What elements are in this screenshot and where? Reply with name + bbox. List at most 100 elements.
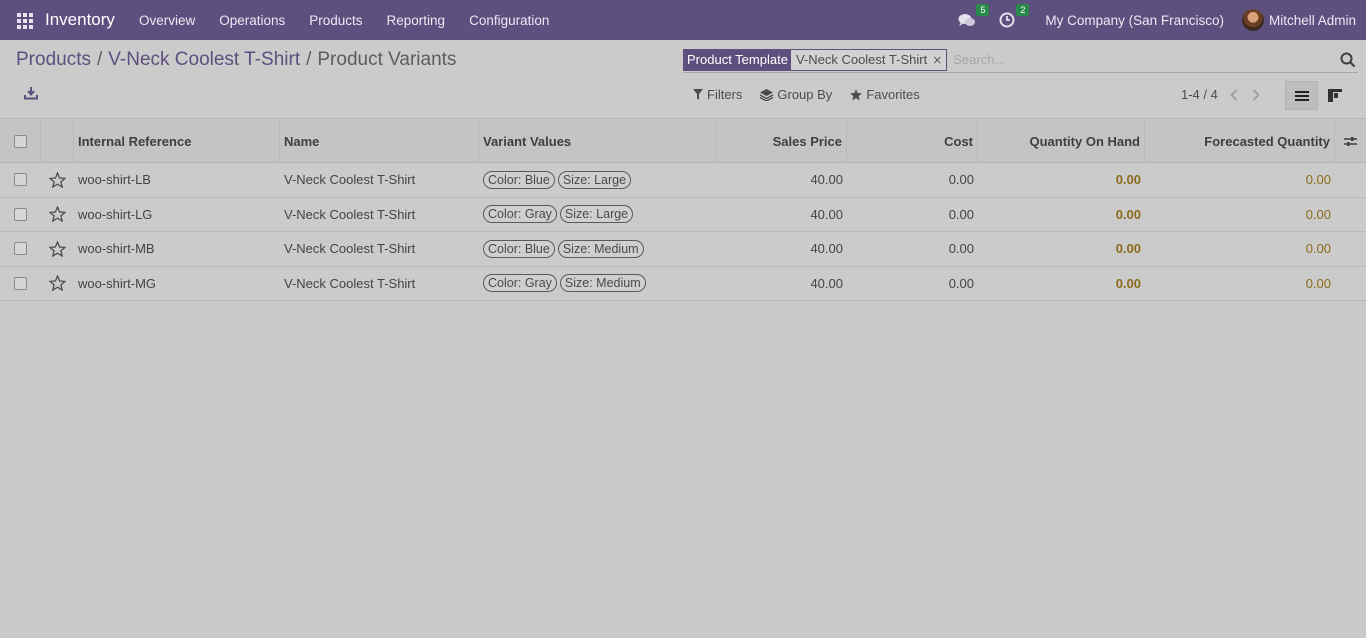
activities-button[interactable]: 2 — [997, 4, 1030, 30]
column-quantity-on-hand[interactable]: Quantity On Hand — [978, 119, 1145, 163]
row-checkbox[interactable] — [14, 242, 27, 256]
sliders-icon — [1344, 136, 1357, 146]
cell-variant-values: Color: Blue Size: Large — [479, 163, 716, 197]
search-panel-toggles: Filters Group By Favorites — [693, 87, 938, 102]
menu-item-reporting[interactable]: Reporting — [375, 13, 458, 28]
facet-value: V-Neck Coolest T-Shirt — [790, 50, 933, 70]
product-variants-table: Internal Reference Name Variant Values S… — [0, 119, 1366, 301]
cell-cost: 0.00 — [948, 172, 974, 188]
cell-variant-values: Color: Gray Size: Medium — [479, 267, 716, 301]
star-outline-icon[interactable] — [49, 171, 66, 188]
cell-cost: 0.00 — [948, 241, 974, 257]
company-switcher[interactable]: My Company (San Francisco) — [1045, 13, 1224, 28]
column-name[interactable]: Name — [280, 119, 479, 163]
breadcrumb: Products / V-Neck Coolest T-Shirt / Prod… — [16, 49, 456, 71]
star-outline-icon[interactable] — [49, 206, 66, 223]
search-facet: Product Template V-Neck Coolest T-Shirt … — [683, 49, 948, 71]
table-row[interactable]: woo-shirt-LG V-Neck Coolest T-Shirt Colo… — [0, 197, 1366, 232]
variant-tag: Size: Medium — [557, 239, 644, 258]
pager: 1-4 / 4 — [1181, 87, 1260, 102]
column-internal-reference[interactable]: Internal Reference — [74, 119, 280, 163]
cell-internal-reference: woo-shirt-LG — [78, 206, 153, 222]
cell-forecasted-quantity: 0.00 — [1305, 206, 1331, 222]
app-grid-icon[interactable] — [17, 13, 33, 29]
pager-value[interactable]: 1-4 / 4 — [1181, 87, 1218, 102]
cell-name: V-Neck Coolest T-Shirt — [284, 172, 416, 188]
group-by-dropdown[interactable]: Group By — [760, 87, 832, 102]
export-button[interactable] — [24, 86, 40, 102]
column-cost[interactable]: Cost — [847, 119, 978, 163]
variant-tag: Size: Large — [559, 205, 634, 224]
facet-label: Product Template — [684, 50, 791, 70]
star-icon — [850, 88, 863, 100]
facet-remove-icon[interactable]: × — [932, 50, 947, 70]
cell-quantity-on-hand: 0.00 — [1115, 275, 1141, 291]
cell-quantity-on-hand: 0.00 — [1115, 206, 1141, 222]
chat-icon — [958, 13, 976, 26]
cell-forecasted-quantity: 0.00 — [1305, 241, 1331, 257]
search-icon[interactable] — [1340, 52, 1356, 68]
row-checkbox[interactable] — [14, 207, 27, 221]
column-variant-values[interactable]: Variant Values — [479, 119, 716, 163]
breadcrumb-product-template[interactable]: V-Neck Coolest T-Shirt — [108, 49, 300, 71]
cell-quantity-on-hand: 0.00 — [1115, 241, 1141, 257]
cell-name: V-Neck Coolest T-Shirt — [284, 275, 416, 291]
cell-name: V-Neck Coolest T-Shirt — [284, 241, 416, 257]
filter-icon — [693, 89, 703, 100]
layers-icon — [760, 88, 774, 101]
select-all-cell — [0, 119, 41, 163]
activities-count-badge: 2 — [1016, 4, 1030, 16]
cell-sales-price: 40.00 — [810, 275, 843, 291]
table-row[interactable]: woo-shirt-MG V-Neck Coolest T-Shirt Colo… — [0, 266, 1366, 301]
cell-internal-reference: woo-shirt-LB — [78, 172, 151, 188]
select-all-checkbox[interactable] — [13, 134, 27, 148]
clock-icon — [999, 12, 1015, 28]
cell-variant-values: Color: Blue Size: Medium — [479, 232, 716, 266]
favorite-column-header — [41, 119, 74, 163]
breadcrumb-products[interactable]: Products — [16, 49, 91, 71]
variant-tag: Color: Gray — [483, 205, 557, 224]
star-outline-icon[interactable] — [49, 240, 66, 257]
chevron-right-icon[interactable] — [1252, 88, 1260, 101]
table-header: Internal Reference Name Variant Values S… — [0, 119, 1366, 163]
filters-label: Filters — [707, 87, 743, 102]
variant-tag: Color: Blue — [483, 170, 555, 189]
optional-columns-toggle[interactable] — [1335, 119, 1366, 163]
cell-sales-price: 40.00 — [810, 172, 843, 188]
menu-item-operations[interactable]: Operations — [207, 13, 297, 28]
list-icon — [1294, 90, 1309, 101]
chevron-left-icon[interactable] — [1230, 88, 1238, 101]
app-name[interactable]: Inventory — [45, 10, 115, 30]
user-menu[interactable]: Mitchell Admin — [1269, 13, 1356, 28]
group-by-label: Group By — [777, 87, 833, 102]
list-view-button[interactable] — [1285, 81, 1318, 110]
menu-item-overview[interactable]: Overview — [127, 13, 207, 28]
table-row[interactable]: woo-shirt-MB V-Neck Coolest T-Shirt Colo… — [0, 232, 1366, 267]
breadcrumb-separator: / — [96, 49, 103, 70]
menu-item-configuration[interactable]: Configuration — [457, 13, 561, 28]
cell-quantity-on-hand: 0.00 — [1115, 172, 1141, 188]
cell-cost: 0.00 — [948, 275, 974, 291]
column-sales-price[interactable]: Sales Price — [716, 119, 847, 163]
kanban-view-button[interactable] — [1318, 81, 1351, 110]
filters-dropdown[interactable]: Filters — [693, 87, 742, 102]
favorites-label: Favorites — [866, 87, 920, 102]
search-bar: Product Template V-Neck Coolest T-Shirt … — [683, 47, 1358, 73]
messages-button[interactable]: 5 — [957, 4, 990, 30]
column-forecasted-quantity[interactable]: Forecasted Quantity — [1145, 119, 1335, 163]
row-checkbox[interactable] — [14, 173, 27, 187]
table-row[interactable]: woo-shirt-LB V-Neck Coolest T-Shirt Colo… — [0, 163, 1366, 198]
breadcrumb-current: Product Variants — [317, 49, 457, 70]
menu-item-products[interactable]: Products — [297, 13, 374, 28]
variant-tag: Size: Large — [557, 170, 632, 189]
navbar-right: 5 2 My Company (San Francisco) Mitchell … — [957, 0, 1356, 40]
messages-count-badge: 5 — [976, 4, 990, 16]
row-checkbox[interactable] — [14, 276, 27, 290]
kanban-icon — [1327, 89, 1342, 102]
user-avatar[interactable] — [1241, 9, 1264, 31]
favorites-dropdown[interactable]: Favorites — [850, 87, 920, 102]
cell-forecasted-quantity: 0.00 — [1305, 275, 1331, 291]
search-input[interactable] — [947, 52, 1340, 67]
cell-variant-values: Color: Gray Size: Large — [479, 198, 716, 232]
star-outline-icon[interactable] — [49, 275, 66, 292]
